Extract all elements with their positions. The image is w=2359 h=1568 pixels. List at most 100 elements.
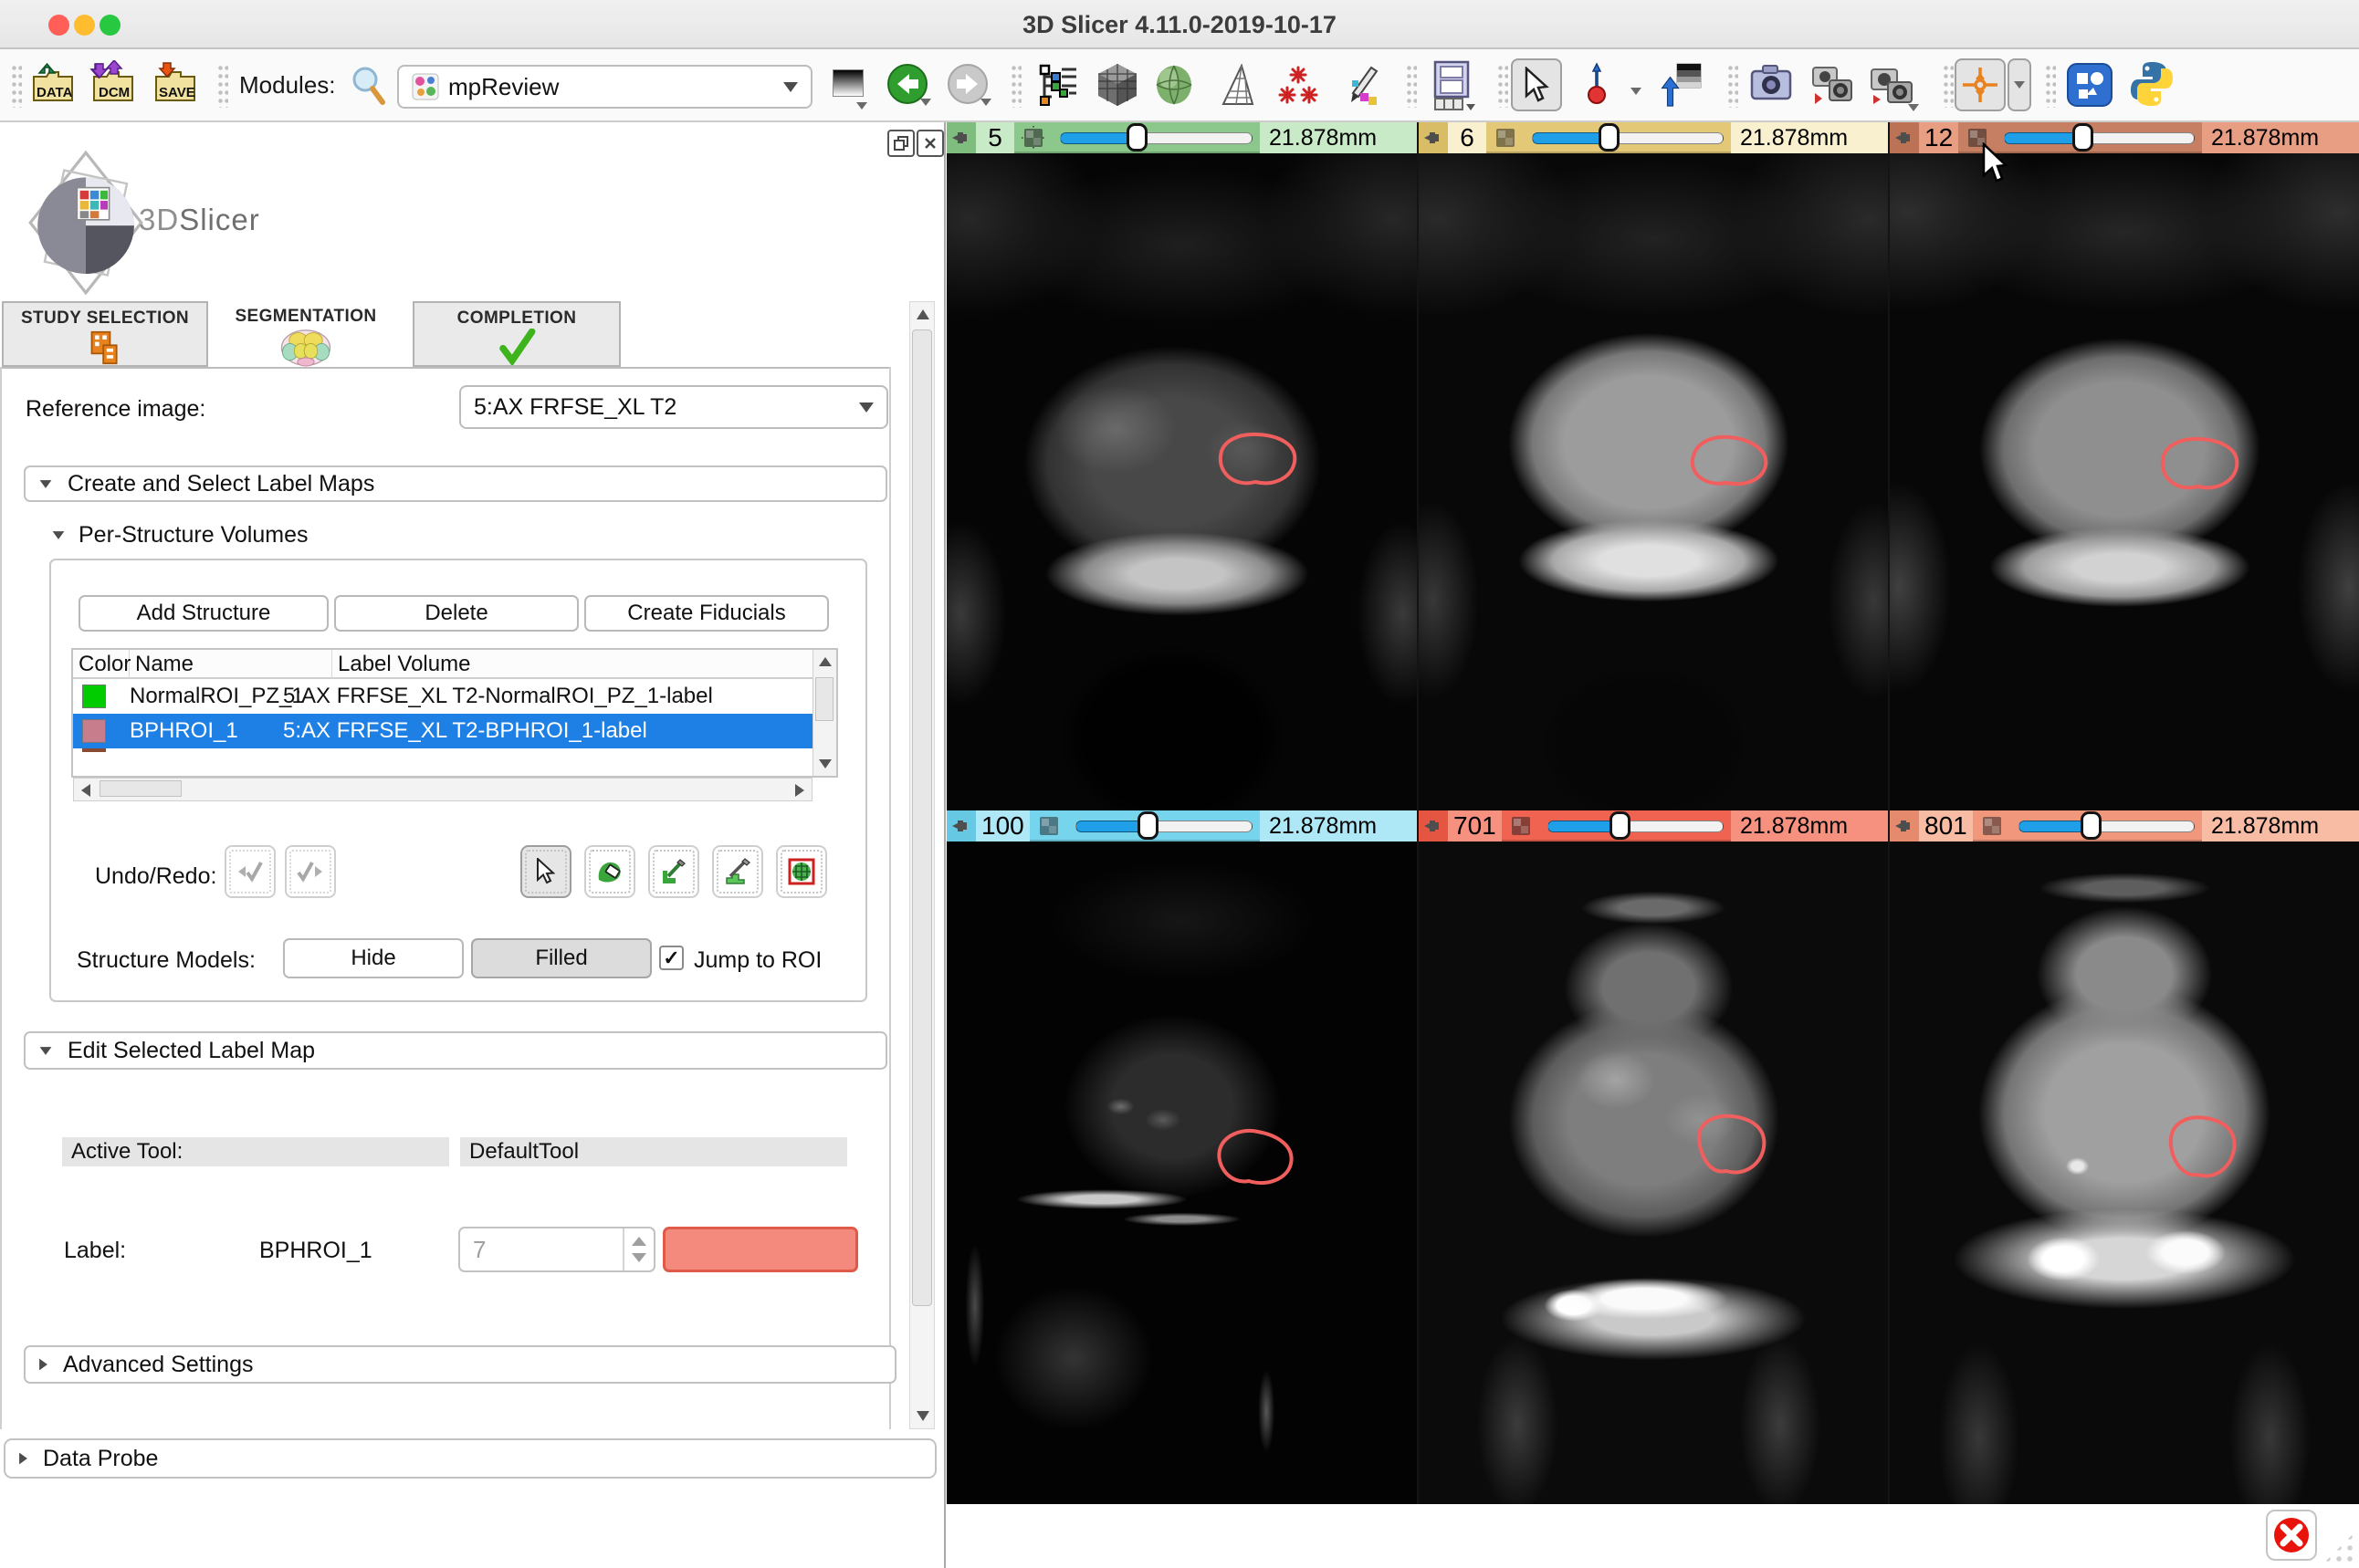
toolbar-grip[interactable] <box>1011 64 1022 108</box>
slider-handle[interactable] <box>2081 811 2102 840</box>
slice-slider[interactable] <box>1532 122 1724 153</box>
toolbar-grip[interactable] <box>2045 64 2056 108</box>
spin-up-icon[interactable] <box>632 1237 646 1246</box>
slider-handle[interactable] <box>1609 811 1630 840</box>
favorite-module-volumes-button[interactable] <box>1096 62 1139 112</box>
table-row-selected[interactable]: BPHROI_1 5:AX FRFSE_XL T2-BPHROI_1-label <box>73 714 813 748</box>
slice-visibility-icon[interactable] <box>1014 126 1053 150</box>
pin-button[interactable] <box>1419 810 1448 841</box>
redo-button[interactable] <box>285 845 336 898</box>
column-header-label-volume[interactable]: Label Volume <box>332 650 813 677</box>
module-history-button[interactable] <box>833 69 864 97</box>
mri-slice-image[interactable] <box>1890 841 2359 1504</box>
forward-button[interactable] <box>946 62 990 110</box>
viewport-compare-2[interactable]: 6 21.878mm <box>1419 122 1888 810</box>
section-data-probe[interactable]: Data Probe <box>4 1438 937 1479</box>
slice-slider[interactable] <box>2004 122 2195 153</box>
layout-selector-button[interactable] <box>1430 60 1477 116</box>
viewport-compare-1[interactable]: 5 21.878mm <box>947 122 1417 810</box>
scene-view-menu-button[interactable] <box>1870 64 1913 110</box>
scrollbar-thumb[interactable] <box>912 329 932 1306</box>
delete-structure-button[interactable]: Delete <box>334 595 579 632</box>
extensions-manager-button[interactable] <box>2066 60 2113 114</box>
favorite-module-models-button[interactable] <box>1154 64 1194 110</box>
table-horizontal-scrollbar[interactable] <box>73 778 813 801</box>
slice-slider[interactable] <box>1547 810 1724 841</box>
load-data-button[interactable]: DATA <box>30 60 76 110</box>
scroll-up-icon[interactable] <box>917 309 929 319</box>
back-button[interactable] <box>886 62 929 110</box>
tab-segmentation[interactable]: SEGMENTATION <box>228 301 383 367</box>
section-edit-selected-label-map[interactable]: Edit Selected Label Map <box>24 1031 887 1070</box>
mri-slice-image[interactable] <box>1419 153 1888 810</box>
mouse-interaction-button[interactable] <box>1511 58 1562 111</box>
slider-groove[interactable] <box>2018 821 2195 832</box>
slice-visibility-icon[interactable] <box>1502 814 1540 838</box>
default-cursor-tool-button[interactable] <box>520 845 571 898</box>
module-search-button[interactable] <box>350 66 386 110</box>
scroll-down-icon[interactable] <box>917 1411 929 1421</box>
favorite-module-data-button[interactable] <box>1039 64 1079 110</box>
viewport-compare-6[interactable]: 801 21.878mm <box>1890 810 2359 1504</box>
wand-tool-button[interactable] <box>776 845 827 898</box>
toolbar-grip[interactable] <box>1943 64 1954 108</box>
slice-visibility-icon[interactable] <box>1030 814 1068 838</box>
add-structure-button[interactable]: Add Structure <box>79 595 329 632</box>
slice-offset-value[interactable]: 6 <box>1448 122 1486 153</box>
crosshair-menu-button[interactable] <box>2008 58 2031 111</box>
table-vertical-scrollbar[interactable] <box>813 650 836 776</box>
scroll-right-icon[interactable] <box>795 784 804 797</box>
favorite-module-annotations-button[interactable] <box>1278 64 1318 110</box>
slider-groove[interactable] <box>1060 132 1253 144</box>
toolbar-grip[interactable] <box>1497 64 1508 108</box>
import-dicom-button[interactable]: DCM <box>89 60 137 110</box>
erase-tool-button[interactable] <box>584 845 635 898</box>
mri-slice-image[interactable] <box>947 153 1417 810</box>
slider-groove[interactable] <box>1547 821 1724 832</box>
slice-offset-value[interactable]: 701 <box>1448 810 1502 841</box>
label-value-spinbox[interactable]: 7 <box>458 1227 655 1272</box>
slider-handle[interactable] <box>1599 123 1620 152</box>
slice-slider[interactable] <box>1060 122 1253 153</box>
save-button[interactable]: SAVE <box>152 60 198 110</box>
color-swatch[interactable] <box>82 685 106 708</box>
level-tracing-tool-button[interactable] <box>712 845 763 898</box>
draw-tool-button[interactable] <box>648 845 699 898</box>
slice-offset-value[interactable]: 801 <box>1919 810 1973 841</box>
table-row[interactable]: NormalROI_PZ_1 5:AX FRFSE_XL T2-NormalRO… <box>73 679 813 714</box>
filled-models-button[interactable]: Filled <box>471 938 652 978</box>
section-advanced-settings[interactable]: Advanced Settings <box>24 1345 896 1384</box>
scrollbar-thumb[interactable] <box>815 677 834 721</box>
slider-handle[interactable] <box>1138 811 1159 840</box>
pin-button[interactable] <box>1419 122 1448 153</box>
mri-slice-image[interactable] <box>947 841 1417 1504</box>
spin-down-icon[interactable] <box>632 1253 646 1262</box>
slider-groove[interactable] <box>2004 132 2195 144</box>
scroll-left-icon[interactable] <box>81 784 90 797</box>
slice-slider[interactable] <box>1075 810 1253 841</box>
scene-view-button[interactable] <box>1809 64 1853 110</box>
screenshot-button[interactable] <box>1750 64 1792 109</box>
color-swatch[interactable] <box>82 719 106 743</box>
mri-slice-image[interactable] <box>1890 153 2359 810</box>
pin-button[interactable] <box>947 810 976 841</box>
toolbar-grip[interactable] <box>11 64 22 108</box>
slice-visibility-icon[interactable] <box>1973 814 2011 838</box>
viewport-compare-3[interactable]: 12 21.878mm <box>1890 122 2359 810</box>
scroll-up-icon[interactable] <box>819 657 832 666</box>
float-panel-button[interactable] <box>887 130 915 157</box>
slice-offset-value[interactable]: 12 <box>1919 122 1958 153</box>
slice-slider[interactable] <box>2018 810 2195 841</box>
section-per-structure-volumes[interactable]: Per-Structure Volumes <box>51 522 309 549</box>
resize-grip[interactable] <box>2322 1531 2355 1564</box>
close-panel-button[interactable] <box>917 130 944 157</box>
toolbar-grip[interactable] <box>1727 64 1738 108</box>
favorite-module-transforms-button[interactable] <box>1218 64 1256 110</box>
pin-button[interactable] <box>947 122 976 153</box>
toolbar-grip[interactable] <box>217 64 228 108</box>
slice-offset-value[interactable]: 100 <box>976 810 1030 841</box>
module-selector[interactable]: mpReview <box>397 65 813 109</box>
section-create-select-label-maps[interactable]: Create and Select Label Maps <box>24 465 887 502</box>
mri-slice-image[interactable] <box>1419 841 1888 1504</box>
pin-button[interactable] <box>1890 810 1919 841</box>
